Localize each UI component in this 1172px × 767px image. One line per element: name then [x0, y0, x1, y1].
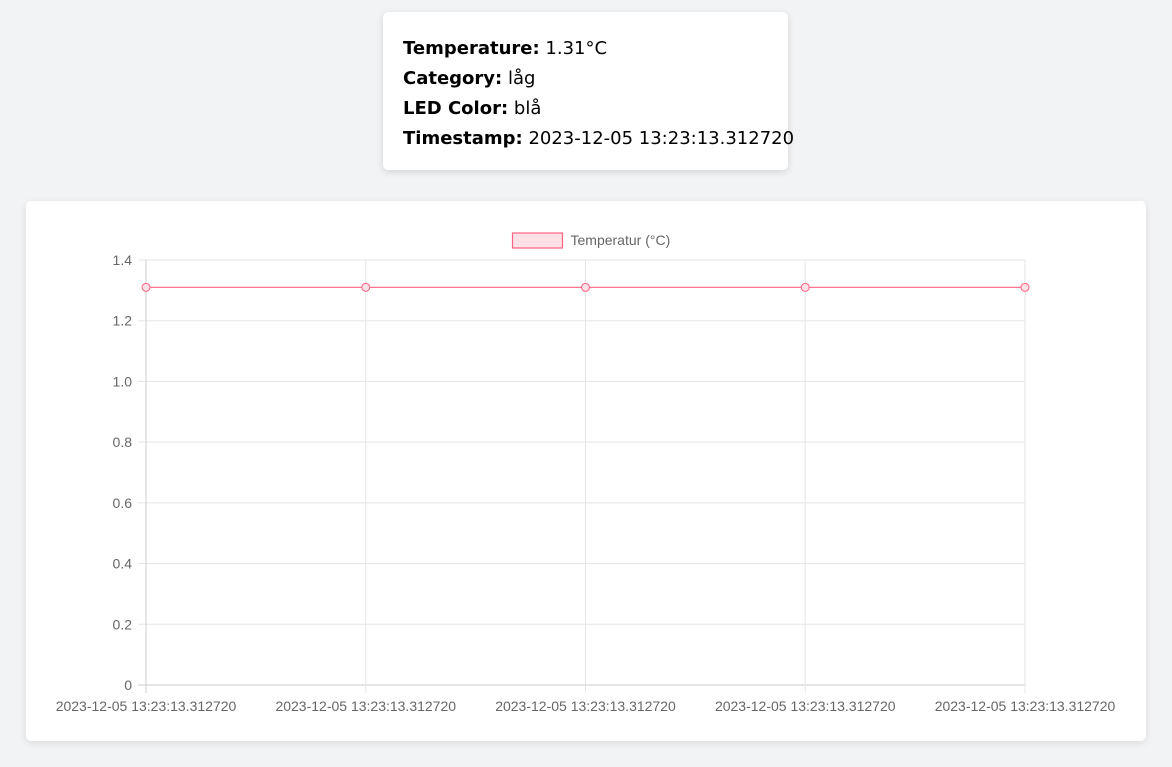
y-tick-label: 0.8	[113, 434, 133, 450]
temperature-row: Temperature: 1.31°C	[403, 34, 768, 64]
led-color-row: LED Color: blå	[403, 94, 768, 124]
category-row: Category: låg	[403, 64, 768, 94]
timestamp-value: 2023-12-05 13:23:13.312720	[528, 128, 795, 149]
data-point	[361, 282, 371, 292]
x-tick-label: 2023-12-05 13:23:13.312720	[715, 698, 896, 714]
temperature-line-chart: 0 0.2 0.4 0.6 0.8 1.0 1.2 1.4 2023-12-05 13:23:1…	[56, 232, 1116, 714]
category-value: låg	[507, 68, 536, 89]
y-tick-label: 0.6	[113, 495, 133, 511]
data-point	[800, 282, 810, 292]
y-tick-label: 1.0	[113, 373, 133, 389]
timestamp-label: Timestamp:	[403, 128, 523, 149]
reading-info-card: Temperature: 1.31°C Category: låg LED Co…	[383, 12, 794, 170]
x-tick-label: 2023-12-05 13:23:13.312720	[275, 698, 456, 714]
y-tick-label: 1.2	[113, 313, 133, 329]
y-tick-label: 0	[124, 677, 132, 693]
data-point	[141, 282, 151, 292]
x-tick-label: 2023-12-05 13:23:13.312720	[935, 698, 1116, 714]
data-point	[1020, 282, 1030, 292]
category-label: Category:	[403, 68, 503, 89]
x-tick-label: 2023-12-05 13:23:13.312720	[56, 698, 237, 714]
legend-swatch	[511, 232, 564, 249]
temperature-chart-card: 0 0.2 0.4 0.6 0.8 1.0 1.2 1.4 2023-12-05 13:23:1…	[26, 201, 1146, 741]
timestamp-row: Timestamp: 2023-12-05 13:23:13.312720	[403, 124, 794, 154]
temperature-value: 1.31°C	[545, 38, 608, 59]
legend-label: Temperatur (°C)	[571, 232, 671, 248]
led-color-value: blå	[513, 98, 542, 119]
led-color-label: LED Color:	[403, 98, 509, 119]
y-tick-label: 1.4	[113, 252, 133, 268]
temperature-label: Temperature:	[403, 38, 540, 59]
y-tick-label: 0.2	[113, 616, 133, 632]
x-tick-label: 2023-12-05 13:23:13.312720	[495, 698, 676, 714]
data-point	[581, 282, 590, 292]
y-tick-label: 0.4	[113, 556, 133, 572]
